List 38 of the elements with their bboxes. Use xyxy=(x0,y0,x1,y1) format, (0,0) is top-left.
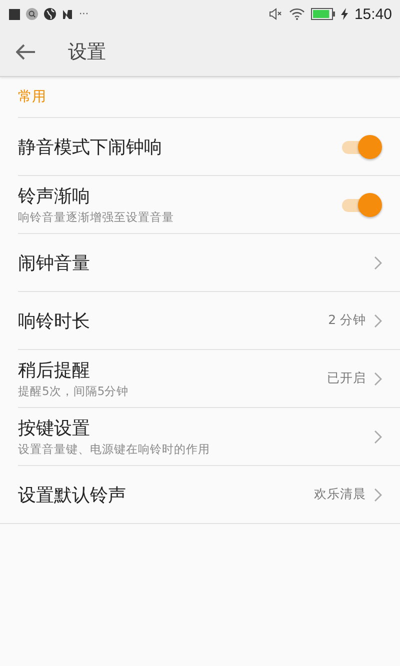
page-title: 设置 xyxy=(68,40,106,65)
charging-bolt-icon xyxy=(341,8,348,20)
section-header: 常用 xyxy=(18,88,46,106)
row-title: 静音模式下闹钟响 xyxy=(18,136,163,158)
settings-row[interactable]: 静音模式下闹钟响 xyxy=(18,118,400,176)
n-logo-icon xyxy=(62,8,73,20)
settings-row[interactable]: 稍后提醒 提醒5次，间隔5分钟 已开启 xyxy=(18,350,400,408)
row-title: 响铃时长 xyxy=(18,310,91,332)
more-notifications: ··· xyxy=(79,8,89,20)
settings-row[interactable]: 铃声渐响 响铃音量逐渐增强至设置音量 xyxy=(18,176,400,234)
square-icon xyxy=(9,8,20,20)
row-subtitle: 提醒5次，间隔5分钟 xyxy=(18,384,130,399)
settings-row[interactable]: 响铃时长 2 分钟 xyxy=(18,292,400,350)
row-title: 铃声渐响 xyxy=(18,185,91,208)
search-icon xyxy=(26,8,38,20)
row-title: 稍后提醒 xyxy=(18,359,91,382)
back-arrow-icon[interactable] xyxy=(16,44,36,60)
chevron-right-icon xyxy=(374,430,382,444)
row-subtitle: 响铃音量逐渐增强至设置音量 xyxy=(18,210,175,225)
globe-icon xyxy=(44,8,56,20)
muted-speaker-icon xyxy=(269,8,284,20)
row-subtitle: 设置音量键、电源键在响铃时的作用 xyxy=(18,442,211,457)
chevron-right-icon xyxy=(374,256,382,270)
settings-row[interactable]: 设置默认铃声 欢乐清晨 xyxy=(0,466,400,524)
settings-row[interactable]: 闹钟音量 xyxy=(18,234,400,292)
chevron-right-icon xyxy=(374,488,382,502)
row-title: 闹钟音量 xyxy=(18,252,91,274)
row-title: 按键设置 xyxy=(18,417,91,440)
chevron-right-icon xyxy=(374,314,382,328)
wifi-icon xyxy=(289,8,306,20)
clock-time: 15:40 xyxy=(354,6,392,22)
chevron-right-icon xyxy=(374,372,382,386)
row-title: 设置默认铃声 xyxy=(18,484,127,506)
settings-row[interactable]: 按键设置 设置音量键、电源键在响铃时的作用 xyxy=(18,408,400,466)
row-value: 欢乐清晨 xyxy=(314,486,366,503)
row-value: 已开启 xyxy=(327,370,366,387)
row-value: 2 分钟 xyxy=(328,312,366,329)
battery-icon xyxy=(311,8,336,20)
